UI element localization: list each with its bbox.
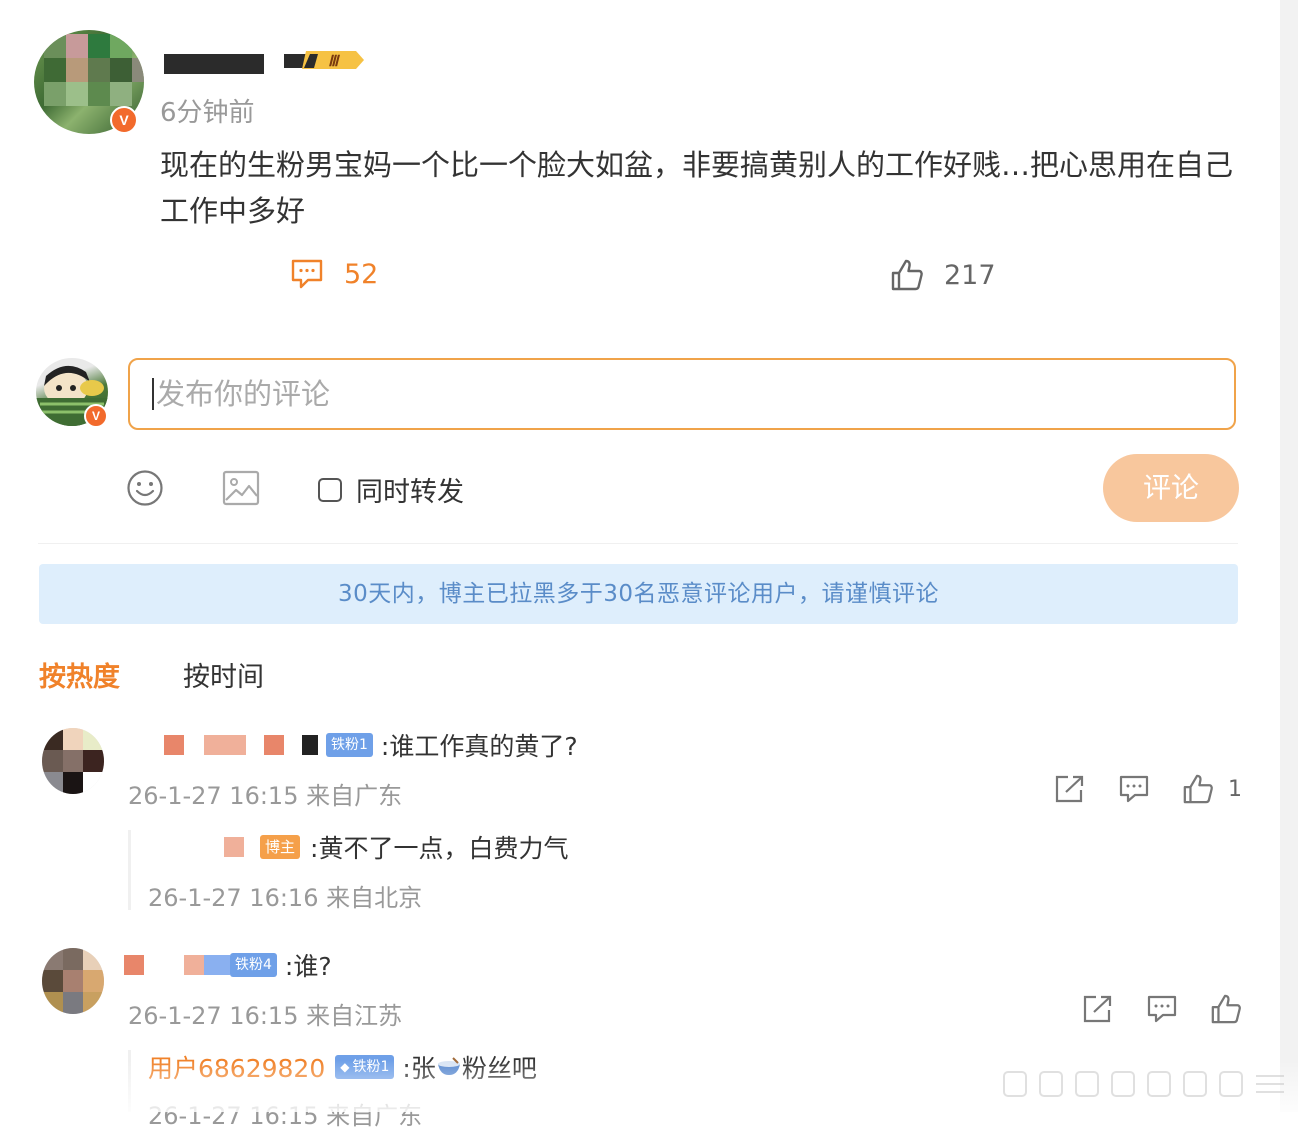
emoji-icon [127,470,163,506]
thumbs-up-icon [1183,774,1213,804]
post-text: 现在的生粉男宝妈一个比一个脸大如盆，非要搞黄别人的工作好贱…把心思用在自己工作中… [160,148,1234,228]
reply-header: 博主 :黄不了一点，白费力气 [224,832,569,863]
like-count: 217 [944,259,996,291]
author-name-redacted[interactable] [164,54,264,74]
sort-by-time-tab[interactable]: 按时间 [183,655,264,694]
comment-meta: 26-1-27 16:15 来自广东 [128,782,403,810]
repost-label: 同时转发 [356,477,464,508]
share-button[interactable] [1054,774,1086,804]
username-redacted[interactable] [124,955,144,975]
avatar-mosaic [44,34,144,106]
comment-text: :谁? [284,952,332,981]
sort-by-hot-tab[interactable]: 按热度 [39,655,120,694]
reply-text: :黄不了一点，白费力气 [310,834,569,863]
comment-like-button[interactable] [1210,993,1242,1025]
comment-count: 52 [344,258,379,290]
comment-like-button[interactable]: 1 [1182,773,1242,805]
image-icon [222,470,260,506]
comment-header: 铁粉4 :谁? [124,950,332,981]
verified-v-icon: V [110,106,138,134]
repost-checkbox[interactable] [318,477,342,502]
username-redacted[interactable] [184,955,204,975]
image-button[interactable] [222,470,260,510]
comment-icon [1119,775,1149,803]
watermark-graphic [1000,1066,1290,1102]
comment-input[interactable] [154,376,1158,412]
comment-header: 铁粉1 :谁工作真的黄了? [164,730,578,761]
reply-thread-line [128,830,131,910]
comment-text: :谁工作真的黄了? [380,732,578,761]
commenter-avatar[interactable] [42,948,104,1014]
divider [38,543,1238,544]
share-button[interactable] [1082,994,1114,1024]
host-badge: 博主 [260,835,301,859]
comment-icon [291,259,323,289]
reply-button[interactable] [1146,994,1178,1024]
comment-like-count: 1 [1228,776,1242,802]
username-redacted[interactable] [204,735,246,755]
share-icon [1055,775,1084,803]
comment-count-button[interactable]: 52 [290,258,378,290]
emoji-button[interactable] [126,469,164,511]
commenter-avatar[interactable] [42,728,104,794]
comment-icon [1147,995,1177,1023]
verified-v-icon: V [84,404,108,428]
reply-button[interactable] [1118,774,1150,804]
post-time: 6分钟前 [160,98,255,128]
username-redacted[interactable] [204,955,230,975]
comment-meta: 26-1-27 16:15 来自江苏 [128,1002,403,1030]
username-redacted[interactable] [264,735,284,755]
username-redacted[interactable] [302,735,318,755]
share-icon [1083,995,1112,1023]
username-redacted[interactable] [224,837,244,857]
comment-composer[interactable] [128,358,1236,430]
fan-level-badge: 铁粉4 [230,953,277,977]
blacklist-notice: 30天内，博主已拉黑多于30名恶意评论用户，请谨慎评论 [39,564,1238,624]
username-redacted[interactable] [164,735,184,755]
fan-level-badge: 铁粉1 [326,733,373,757]
avatar-mosaic [42,728,104,794]
thumbs-up-icon [891,259,923,291]
like-button[interactable]: 217 [890,258,996,292]
reply-meta: 26-1-27 16:16 来自北京 [148,884,423,912]
level-badge: Ⅲ [284,47,364,73]
level-badge-text: Ⅲ [328,54,340,70]
thumbs-up-icon [1211,994,1241,1024]
submit-comment-button[interactable]: 评论 [1103,454,1239,522]
repost-toggle[interactable]: 同时转发 [318,470,464,509]
scrollbar-track[interactable] [1280,0,1298,1112]
avatar-mosaic [42,948,104,1014]
